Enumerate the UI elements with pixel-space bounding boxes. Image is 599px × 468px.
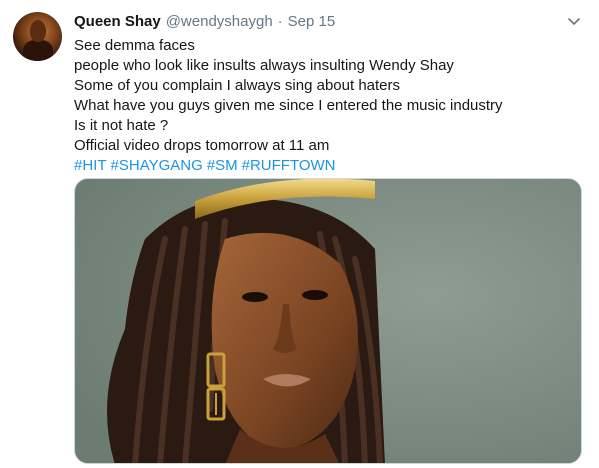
- tweet-text-line: people who look like insults always insu…: [74, 57, 454, 74]
- tweet-date[interactable]: Sep 15: [288, 12, 336, 32]
- hashtag-link[interactable]: #RUFFTOWN: [242, 157, 336, 174]
- hashtag-link[interactable]: #SHAYGANG: [111, 157, 203, 174]
- tweet-text: See demma faces people who look like ins…: [74, 36, 584, 176]
- tweet-text-line: Is it not hate ?: [74, 117, 169, 134]
- chevron-down-icon[interactable]: [566, 13, 582, 29]
- tweet-photo[interactable]: [74, 178, 582, 464]
- separator-dot: ·: [277, 13, 283, 30]
- avatar-body-shape: [23, 40, 53, 61]
- user-handle[interactable]: @wendyshaygh: [166, 12, 273, 32]
- portrait-photo: [75, 179, 581, 463]
- tweet-text-line: See demma faces: [74, 37, 195, 54]
- hashtag-link[interactable]: #HIT: [74, 157, 107, 174]
- tweet-header: Queen Shay @wendyshaygh · Sep 15: [74, 12, 335, 32]
- tweet-text-line: What have you guys given me since I ente…: [74, 97, 503, 114]
- hashtag-link[interactable]: #SM: [207, 157, 238, 174]
- avatar[interactable]: [13, 12, 62, 61]
- tweet-card[interactable]: Queen Shay @wendyshaygh · Sep 15 See dem…: [0, 0, 599, 468]
- tweet-text-line: Official video drops tomorrow at 11 am: [74, 137, 330, 154]
- hashtag-list: #HIT #SHAYGANG #SM #RUFFTOWN: [74, 156, 584, 176]
- display-name[interactable]: Queen Shay: [74, 12, 161, 32]
- tweet-text-line: Some of you complain I always sing about…: [74, 77, 401, 94]
- avatar-head-shape: [30, 20, 46, 42]
